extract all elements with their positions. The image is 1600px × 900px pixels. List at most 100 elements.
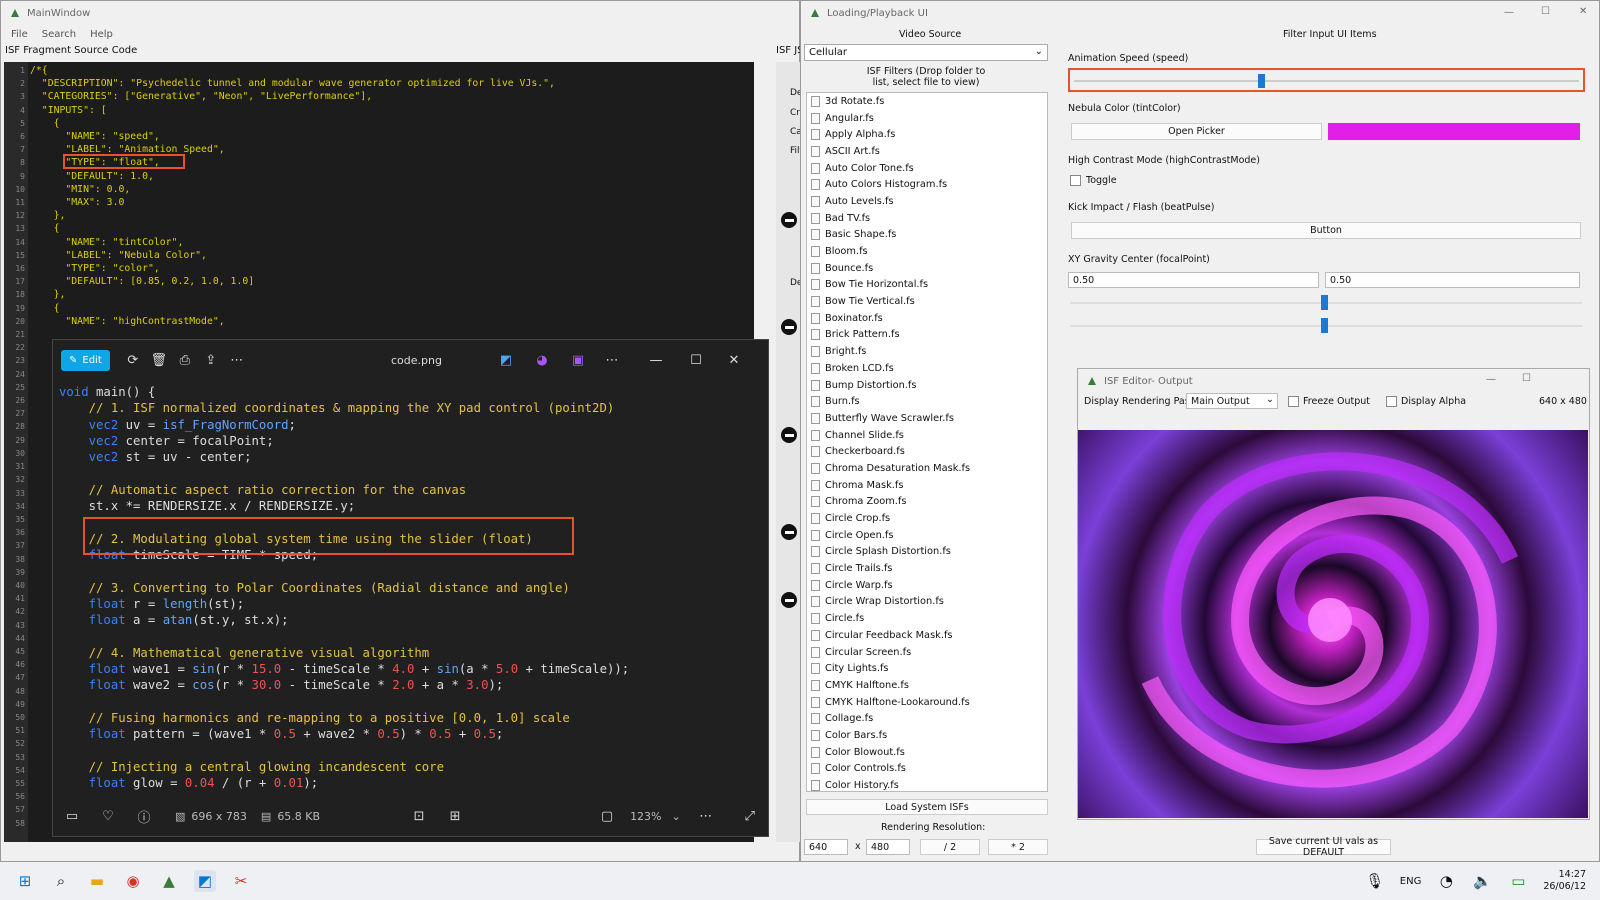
filter-list-item[interactable]: Boxinator.fs [807, 310, 1047, 327]
filter-list-item[interactable]: Channel Slide.fs [807, 427, 1047, 444]
scan-icon[interactable]: ⊞ [442, 809, 468, 824]
xy-x-handle[interactable] [1321, 295, 1328, 310]
alpha-checkbox[interactable] [1386, 396, 1397, 407]
filter-list-item[interactable]: Circle Splash Distortion.fs [807, 544, 1047, 561]
filter-list-item[interactable]: Auto Color Tone.fs [807, 160, 1047, 177]
filter-list-item[interactable]: Apply Alpha.fs [807, 126, 1047, 143]
filter-list-item[interactable]: CMYK Halftone-Lookaround.fs [807, 694, 1047, 711]
zoom-level[interactable]: 123% [630, 810, 661, 823]
filter-list-item[interactable]: Bad TV.fs [807, 210, 1047, 227]
clipchamp-icon[interactable]: ▣ [565, 353, 591, 368]
minimize-icon[interactable]: — [1486, 374, 1496, 385]
maximize-icon[interactable]: ☐ [1522, 373, 1531, 384]
filter-list-item[interactable]: Chroma Mask.fs [807, 477, 1047, 494]
filter-list-item[interactable]: Circle.fs [807, 610, 1047, 627]
filter-list-item[interactable]: Bow Tie Horizontal.fs [807, 277, 1047, 294]
rotate-icon[interactable]: ⟳ [120, 353, 146, 368]
xy-x-input[interactable]: 0.50 [1068, 272, 1319, 288]
kick-button[interactable]: Button [1071, 222, 1581, 239]
file-explorer-icon[interactable]: ▬ [86, 870, 108, 892]
menu-search[interactable]: Search [42, 29, 76, 40]
menu-help[interactable]: Help [90, 29, 113, 40]
remove-icon[interactable] [781, 592, 797, 608]
search-icon[interactable]: ⌕ [50, 870, 72, 892]
filter-list-item[interactable]: Chroma Desaturation Mask.fs [807, 460, 1047, 477]
freeze-checkbox[interactable] [1288, 396, 1299, 407]
wifi-icon[interactable]: ◔ [1435, 870, 1457, 892]
filter-list-item[interactable]: Auto Levels.fs [807, 193, 1047, 210]
more-icon[interactable]: ⋯ [693, 809, 719, 824]
maximize-icon[interactable]: ☐ [1541, 6, 1550, 17]
filter-list-item[interactable]: Circular Screen.fs [807, 644, 1047, 661]
edit-button[interactable]: ✎ Edit [61, 349, 110, 371]
actual-size-icon[interactable]: ▢ [594, 809, 620, 824]
filter-list-item[interactable]: Bump Distortion.fs [807, 377, 1047, 394]
filter-list-item[interactable]: Broken LCD.fs [807, 360, 1047, 377]
print-icon[interactable]: ⎙ [172, 353, 198, 368]
filter-list[interactable]: 3d Rotate.fs Angular.fs Apply Alpha.fs ASCI… [806, 92, 1048, 792]
menu-file[interactable]: File [11, 29, 28, 40]
windows-start-icon[interactable]: ⊞ [14, 870, 36, 892]
filter-list-item[interactable]: Circular Feedback Mask.fs [807, 627, 1047, 644]
filter-list-item[interactable]: Circle Crop.fs [807, 510, 1047, 527]
filter-list-item[interactable]: Color Bars.fs [807, 727, 1047, 744]
color-swatch[interactable] [1328, 123, 1580, 140]
filter-list-item[interactable]: Bright.fs [807, 343, 1047, 360]
toggle-checkbox[interactable] [1070, 175, 1081, 186]
filter-list-item[interactable]: Collage.fs [807, 710, 1047, 727]
more-icon[interactable]: ⋯ [599, 353, 625, 368]
clock[interactable]: 14:27 26/06/12 [1543, 869, 1586, 893]
filter-list-item[interactable]: Checkerboard.fs [807, 443, 1047, 460]
filter-list-item[interactable]: Auto Colors Histogram.fs [807, 176, 1047, 193]
xy-y-handle[interactable] [1321, 318, 1328, 333]
close-icon[interactable]: ✕ [1579, 6, 1587, 17]
fit-icon[interactable]: ⊡ [406, 809, 432, 824]
slider-handle[interactable] [1258, 74, 1266, 88]
filter-list-item[interactable]: City Lights.fs [807, 660, 1047, 677]
filter-list-item[interactable]: Color History.fs [807, 777, 1047, 791]
filter-list-item[interactable]: Chroma Zoom.fs [807, 494, 1047, 511]
volume-icon[interactable]: 🔈 [1471, 870, 1493, 892]
res-height-input[interactable]: 480 [866, 839, 910, 855]
photos-icon[interactable]: ◩ [194, 870, 216, 892]
open-picker-button[interactable]: Open Picker [1071, 123, 1322, 140]
filter-list-item[interactable]: ASCII Art.fs [807, 143, 1047, 160]
info-icon[interactable]: ⓘ [131, 807, 157, 826]
filter-list-item[interactable]: Color Blowout.fs [807, 744, 1047, 761]
isf-editor-icon[interactable]: ▲ [158, 870, 180, 892]
half-button[interactable]: / 2 [920, 839, 980, 855]
filter-list-item[interactable]: Burn.fs [807, 393, 1047, 410]
share-icon[interactable]: ⇪ [198, 353, 224, 368]
remove-icon[interactable] [781, 427, 797, 443]
remove-icon[interactable] [781, 212, 797, 228]
filter-list-item[interactable]: Brick Pattern.fs [807, 327, 1047, 344]
battery-icon[interactable]: ▭ [1507, 870, 1529, 892]
filmstrip-icon[interactable]: ▭ [59, 809, 85, 824]
maximize-icon[interactable]: ☐ [683, 353, 709, 368]
filter-list-item[interactable]: Circle Trails.fs [807, 560, 1047, 577]
video-source-select[interactable]: Cellular ⌄ [804, 44, 1048, 61]
save-default-button[interactable]: Save current UI vals as DEFAULT [1256, 836, 1391, 858]
language-indicator[interactable]: ENG [1400, 876, 1422, 887]
designer-icon[interactable]: ◕ [529, 353, 555, 368]
filter-list-item[interactable]: Butterfly Wave Scrawler.fs [807, 410, 1047, 427]
filter-list-item[interactable]: Circle Warp.fs [807, 577, 1047, 594]
remove-icon[interactable] [781, 524, 797, 540]
filter-list-item[interactable]: CMYK Halftone.fs [807, 677, 1047, 694]
close-icon[interactable]: ✕ [721, 353, 747, 368]
filter-list-item[interactable]: Color Controls.fs [807, 761, 1047, 778]
snipping-tool-icon[interactable]: ✂ [230, 870, 252, 892]
filter-list-item[interactable]: 3d Rotate.fs [807, 93, 1047, 110]
double-button[interactable]: * 2 [988, 839, 1048, 855]
favorite-icon[interactable]: ♡ [95, 809, 121, 824]
rendering-pass-select[interactable]: Main Output ⌄ [1186, 393, 1278, 409]
remove-icon[interactable] [781, 319, 797, 335]
load-system-isfs-button[interactable]: Load System ISFs [806, 799, 1048, 815]
filter-list-item[interactable]: Circle Wrap Distortion.fs [807, 594, 1047, 611]
delete-icon[interactable]: 🗑 [146, 353, 172, 368]
fullscreen-icon[interactable]: ⤢ [737, 809, 763, 824]
microphone-icon[interactable]: 🎙 [1364, 870, 1386, 892]
res-width-input[interactable]: 640 [804, 839, 848, 855]
animation-speed-slider[interactable] [1068, 68, 1585, 92]
minimize-icon[interactable]: — [643, 353, 669, 368]
